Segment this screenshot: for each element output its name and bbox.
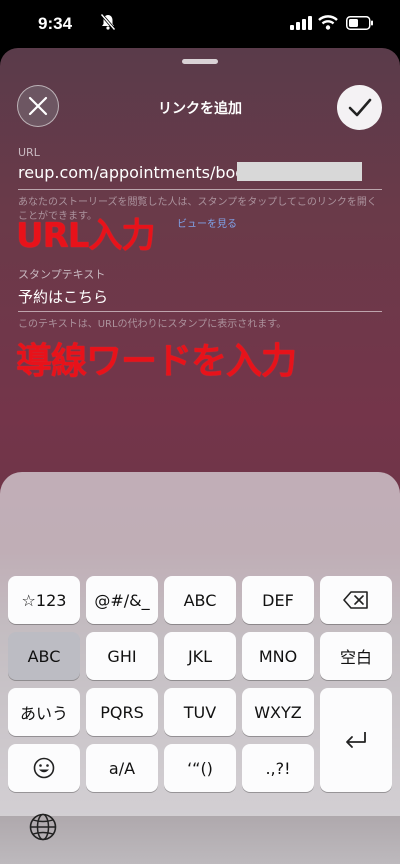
sheet-grabber[interactable] [182,59,218,64]
cellular-signal-icon [290,16,312,30]
key-pqrs[interactable]: PQRS [86,688,158,736]
status-bar: 9:34 [0,0,400,48]
redacted-url-part [237,162,362,181]
sticker-text-label: スタンプテキスト [18,268,106,281]
sticker-helper-text: このテキストは、URLの代わりにスタンプに表示されます。 [18,319,287,330]
return-key[interactable] [320,688,392,792]
delete-backward-icon [343,591,368,609]
key-quotes-parens[interactable]: ‘“() [164,744,236,792]
sticker-text-annotation: 導線ワードを入力 [16,341,297,382]
delete-key[interactable] [320,576,392,624]
key-case-toggle[interactable]: a/A [86,744,158,792]
return-icon [346,732,366,748]
sticker-text-input[interactable]: 予約はこちら [18,286,108,307]
url-input[interactable]: reup.com/appointments/book/ [18,163,260,182]
sticker-field-divider [18,311,382,312]
url-field-label: URL [18,146,40,159]
japanese-keyboard: ☆123 @#/&_ ABC DEF ABC GHI JKL MNO 空白 あい… [0,472,400,816]
battery-icon [346,16,373,30]
key-wxyz[interactable]: WXYZ [242,688,314,736]
key-def[interactable]: DEF [242,576,314,624]
emoji-key[interactable] [8,744,80,792]
globe-icon[interactable] [28,812,58,842]
status-time: 9:34 [38,14,73,33]
done-button[interactable] [337,85,382,130]
preview-link[interactable]: ビューを見る [177,215,237,230]
key-kana-mode[interactable]: あいう [8,688,80,736]
wifi-icon [318,15,338,30]
key-symbols[interactable]: @#/&_ [86,576,158,624]
emoji-icon [33,757,55,779]
key-jkl[interactable]: JKL [164,632,236,680]
key-mno[interactable]: MNO [242,632,314,680]
key-abc[interactable]: ABC [164,576,236,624]
key-punctuation[interactable]: .,?! [242,744,314,792]
key-abc-mode[interactable]: ABC [8,632,80,680]
checkmark-icon [348,98,372,117]
space-key[interactable]: 空白 [320,632,392,680]
key-ghi[interactable]: GHI [86,632,158,680]
bell-slash-icon [100,13,116,31]
url-input-annotation: URL入力 [16,216,155,256]
key-number-mode[interactable]: ☆123 [8,576,80,624]
key-tuv[interactable]: TUV [164,688,236,736]
url-field-divider [18,189,382,190]
